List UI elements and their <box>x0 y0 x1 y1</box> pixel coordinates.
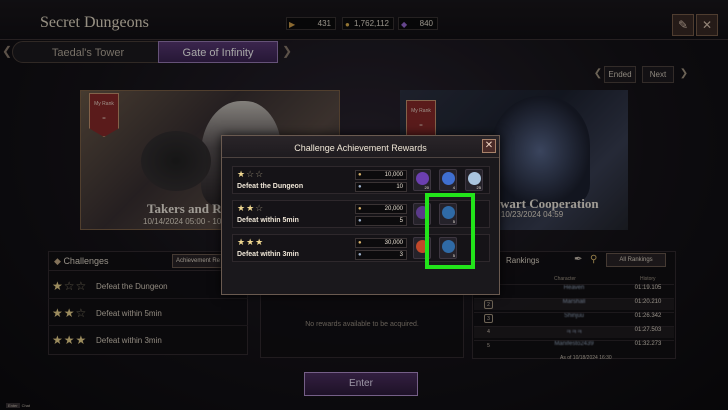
reward-item[interactable]: 25 <box>465 169 483 191</box>
reward-item[interactable]: 20 <box>413 169 431 191</box>
star-rating: ★☆☆ <box>237 169 265 179</box>
star-rating: ★★☆ <box>237 203 265 213</box>
reward-secondary: ● 3 <box>355 250 407 260</box>
blue-crystal-icon <box>442 172 455 185</box>
gold-coin-icon: ● <box>358 240 362 246</box>
reward-item[interactable]: 4 <box>439 169 457 191</box>
close-icon: ✕ <box>484 140 494 151</box>
modal-title: Challenge Achievement Rewards <box>294 143 427 153</box>
silver-coin-icon: ● <box>358 184 362 190</box>
reward-row: ★☆☆ Defeat the Dungeon ● 10,000 ● 10 20 4 … <box>232 166 490 194</box>
reward-gold: ● 10,000 <box>355 170 407 180</box>
white-orb-icon <box>468 172 481 185</box>
reward-gold: ● 20,000 <box>355 204 407 214</box>
purple-crystal-icon <box>416 172 429 185</box>
silver-coin-icon: ● <box>358 218 362 224</box>
silver-coin-icon: ● <box>358 252 362 258</box>
gold-coin-icon: ● <box>358 206 362 212</box>
highlight-box <box>425 193 475 269</box>
gold-coin-icon: ● <box>358 172 362 178</box>
reward-secondary: ● 5 <box>355 216 407 226</box>
reward-secondary: ● 10 <box>355 182 407 192</box>
reward-gold: ● 30,000 <box>355 238 407 248</box>
modal-close-button[interactable]: ✕ <box>482 139 496 153</box>
star-rating: ★★★ <box>237 237 265 247</box>
